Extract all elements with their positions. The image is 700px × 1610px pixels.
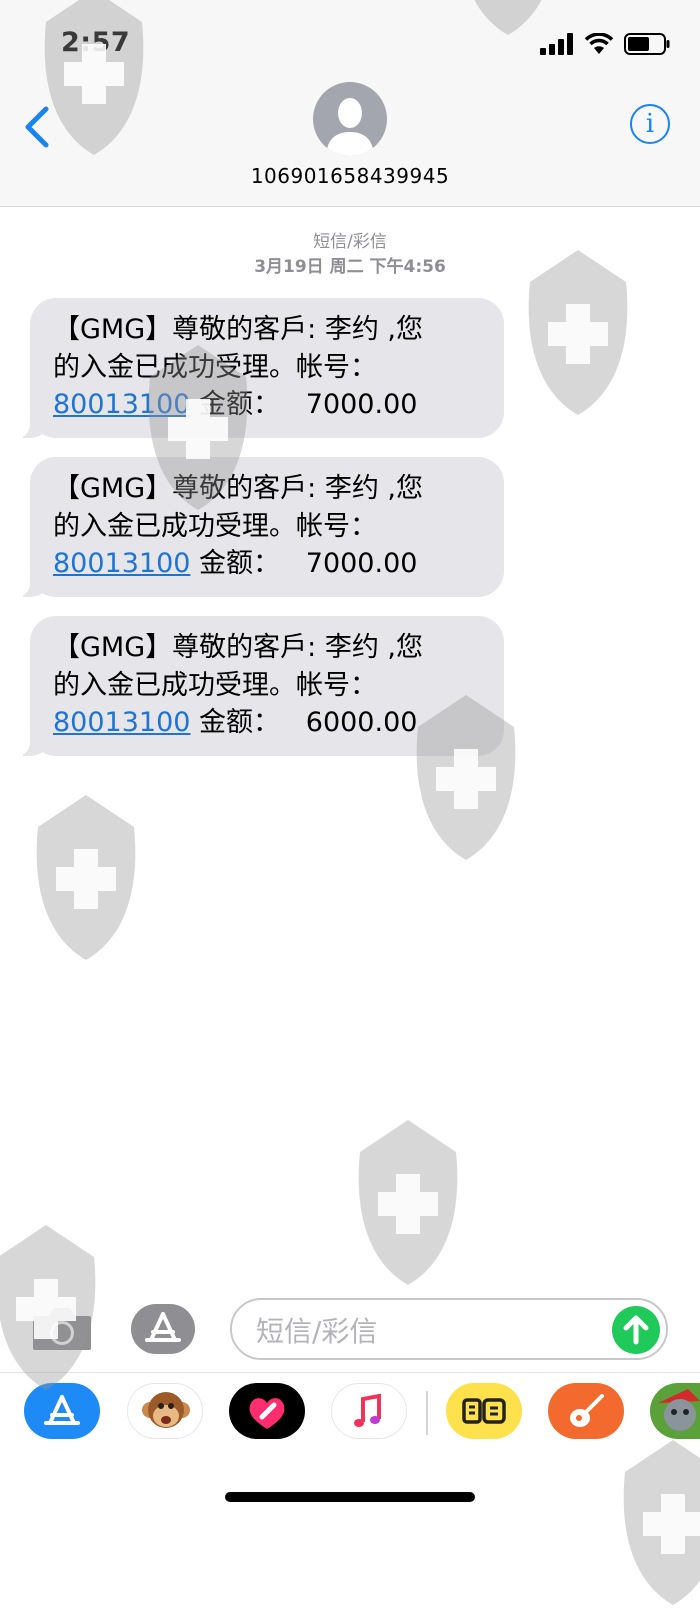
- composer-bar: [0, 1290, 700, 1370]
- channel-label: 短信/彩信: [313, 232, 387, 252]
- message-line: 【GMG】尊敬的客戶: 李约 ,您: [53, 314, 423, 345]
- message-line: 的入金已成功受理。帐号：: [53, 351, 377, 383]
- digital-touch-app[interactable]: [229, 1383, 305, 1439]
- music-note-icon: [354, 1393, 381, 1427]
- message-input-field[interactable]: [230, 1298, 668, 1360]
- xianyu-app[interactable]: [446, 1383, 522, 1439]
- shield-cross-watermark-icon: [358, 1120, 458, 1285]
- message-line: 的入金已成功受理。帐号：: [53, 669, 377, 701]
- home-indicator[interactable]: [225, 1492, 475, 1502]
- info-icon[interactable]: i: [630, 104, 670, 144]
- account-number-link[interactable]: 80013100: [53, 389, 190, 420]
- person-silhouette-icon: [326, 98, 374, 156]
- guitar-icon: [570, 1394, 604, 1427]
- digital-touch-heart-icon: [249, 1398, 285, 1429]
- shield-cross-watermark-icon: [623, 1440, 700, 1605]
- status-time: 2:57: [61, 27, 131, 58]
- account-number-link[interactable]: 80013100: [53, 707, 190, 738]
- conversation-header: 106901658439945 i: [0, 80, 700, 207]
- contact-number[interactable]: 106901658439945: [0, 164, 700, 188]
- shield-cross-watermark-icon: [36, 795, 136, 960]
- amount-text: 金额： 7000.00: [190, 389, 418, 420]
- contact-avatar[interactable]: [313, 82, 387, 156]
- talking-tom-app[interactable]: [650, 1383, 700, 1439]
- message-line: 【GMG】尊敬的客戶: 李约 ,您: [53, 473, 423, 504]
- back-chevron-icon[interactable]: [20, 104, 54, 150]
- camera-icon[interactable]: [31, 1304, 93, 1352]
- message-timestamp: 3月19日 周二 下午4:56: [254, 257, 446, 277]
- amount-text: 金额： 7000.00: [190, 548, 418, 579]
- drawer-divider: [426, 1391, 428, 1435]
- app-store-icon: [44, 1395, 80, 1425]
- message-line: 的入金已成功受理。帐号：: [53, 510, 377, 542]
- animoji-monkey-icon: [142, 1392, 190, 1428]
- message-line: 80013100 金额： 7000.00: [53, 545, 484, 583]
- message-bubble[interactable]: 【GMG】尊敬的客戶: 李约 ,您 的入金已成功受理。帐号： 80013100 …: [16, 298, 504, 438]
- amount-text: 金额： 6000.00: [190, 707, 418, 738]
- guitar-app[interactable]: [548, 1383, 624, 1439]
- xianyu-icon: [462, 1398, 506, 1424]
- message-line: 80013100 金额： 7000.00: [53, 386, 484, 424]
- account-number-link[interactable]: 80013100: [53, 548, 190, 579]
- message-bubble[interactable]: 【GMG】尊敬的客戶: 李约 ,您 的入金已成功受理。帐号： 80013100 …: [16, 616, 504, 756]
- signal-icon: [540, 33, 573, 55]
- send-button[interactable]: [612, 1306, 660, 1354]
- animoji-app[interactable]: [127, 1383, 203, 1439]
- send-arrow-icon: [623, 1315, 649, 1345]
- imessage-app-drawer: [0, 1372, 700, 1453]
- app-store-app[interactable]: [24, 1383, 100, 1439]
- battery-icon: [624, 33, 670, 55]
- message-line: 【GMG】尊敬的客戶: 李约 ,您: [53, 632, 423, 663]
- status-icons: [540, 32, 670, 56]
- app-store-icon[interactable]: [131, 1304, 195, 1354]
- music-app[interactable]: [331, 1383, 407, 1439]
- status-bar: 2:57: [0, 0, 700, 80]
- talking-tom-icon: [658, 1389, 700, 1431]
- message-bubble[interactable]: 【GMG】尊敬的客戶: 李约 ,您 的入金已成功受理。帐号： 80013100 …: [16, 457, 504, 597]
- message-input[interactable]: [254, 1312, 598, 1350]
- message-line: 80013100 金额： 6000.00: [53, 704, 484, 742]
- wifi-icon: [584, 33, 614, 54]
